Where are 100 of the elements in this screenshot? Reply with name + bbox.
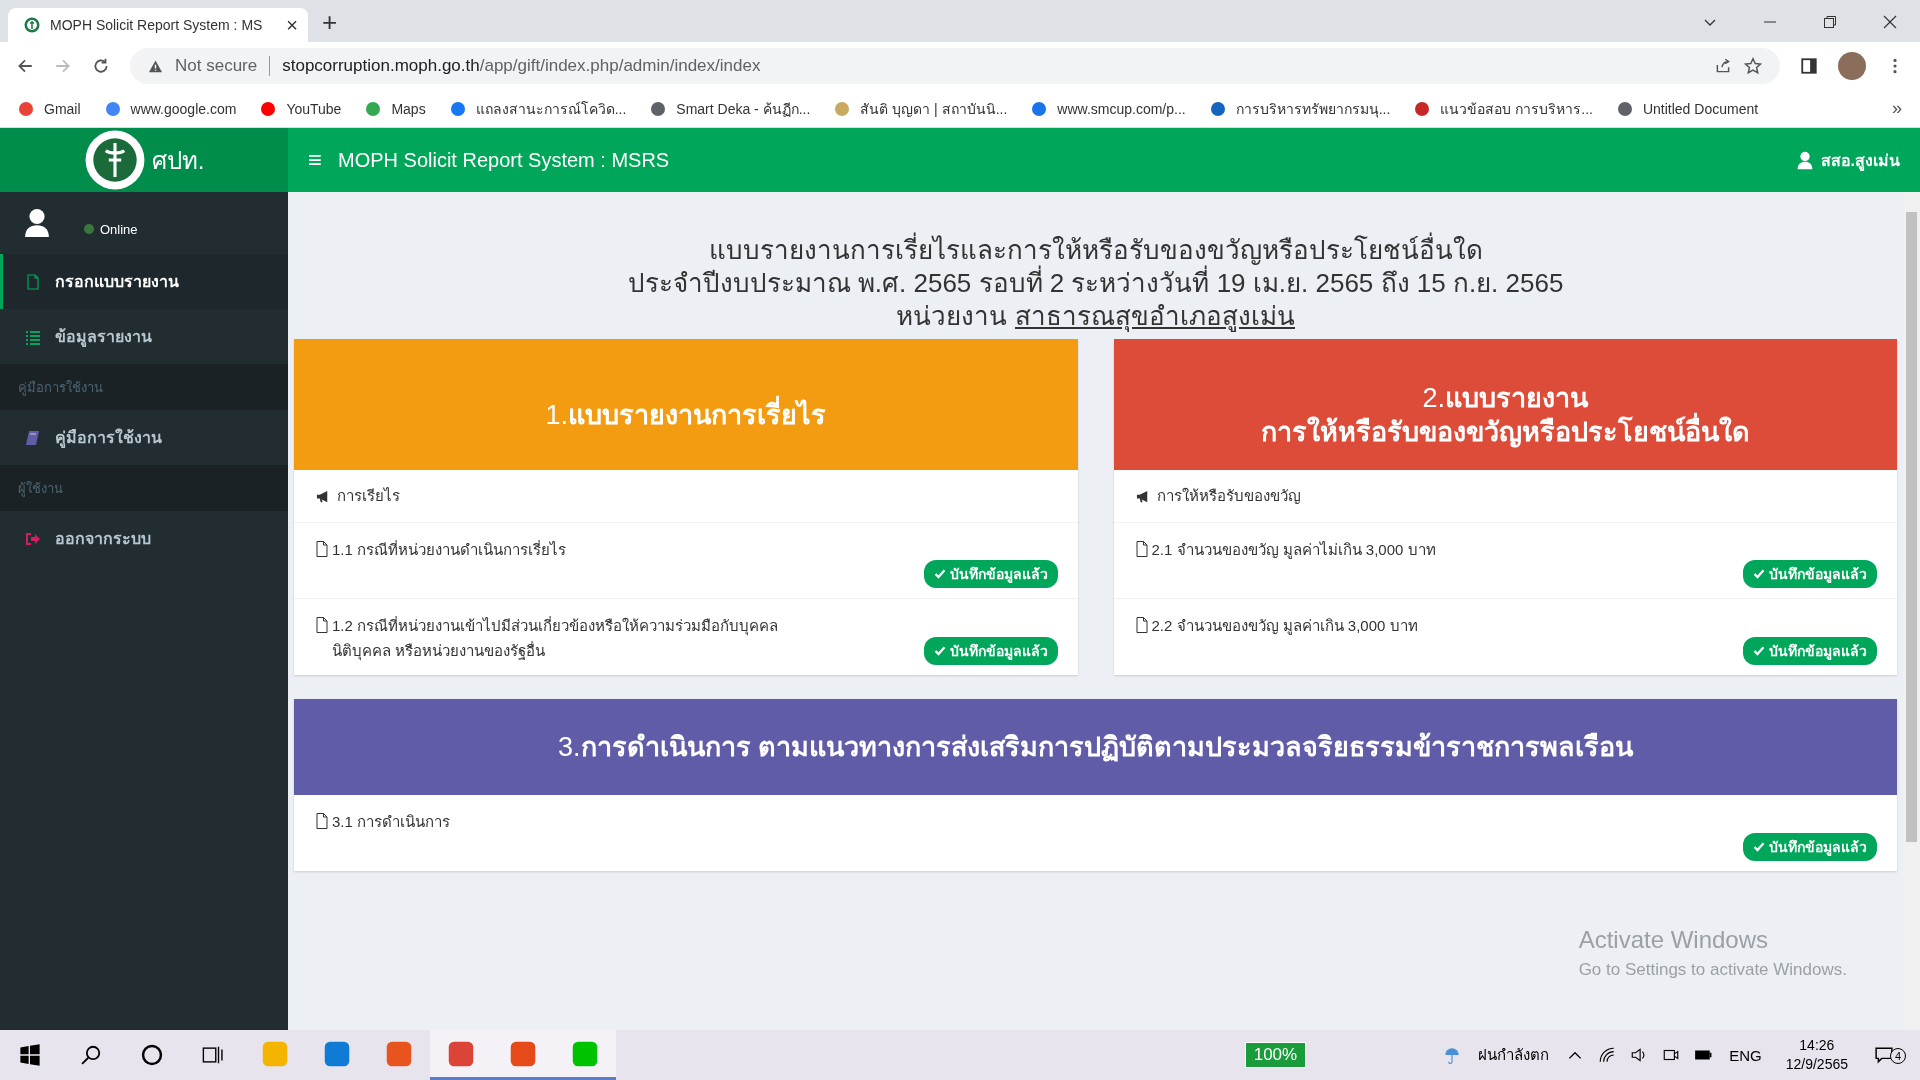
- address-bar[interactable]: Not secure stopcorruption.moph.go.th/app/gift/index.php/admin/index/index: [130, 48, 1780, 84]
- activation-notice-title: Activate Windows: [1578, 926, 1770, 954]
- input-language[interactable]: ENG: [1729, 1046, 1762, 1064]
- profile-avatar[interactable]: [1838, 52, 1866, 80]
- report-item-link[interactable]: 1.2 กรณีที่หน่วยงานเข้าไปมีส่วนเกี่ยวข้องหรือให้ความร่วมมือกับบุคคล นิติบุคคล หรือหน่วยงานของรัฐอื่น: [332, 613, 832, 663]
- close-icon[interactable]: [1882, 14, 1898, 30]
- bookmark-link[interactable]: www.google.com: [104, 100, 237, 117]
- bookmark-link[interactable]: สันติ บุญดา | สถาบันนิ...: [834, 97, 1008, 120]
- status-badge: บันทึกข้อมูลแล้ว: [923, 637, 1058, 665]
- back-icon[interactable]: [16, 57, 34, 75]
- notification-count: 4: [1890, 1048, 1906, 1064]
- sign-out-icon: [25, 530, 41, 547]
- reload-icon[interactable]: [92, 57, 110, 75]
- document-icon: [1135, 617, 1148, 633]
- section-title: 3.การดำเนินการ ตามแนวทางการส่งเสริมการปฏิบัติตามประมวลจริยธรรมข้าราชการพลเรือน: [557, 731, 1633, 764]
- taskbar-app-button[interactable]: [554, 1030, 616, 1080]
- document-icon: [316, 541, 328, 557]
- bookmark-link[interactable]: Smart Deka - ค้นฏีก...: [650, 97, 811, 120]
- bookmark-link[interactable]: www.smcup.com/p...: [1031, 100, 1186, 117]
- book-icon: [25, 429, 41, 446]
- document-icon: [25, 273, 41, 290]
- list-icon: [25, 328, 41, 345]
- star-icon[interactable]: [1744, 57, 1762, 75]
- app-title: MOPH Solicit Report System : MSRS: [338, 148, 670, 172]
- browser-tab[interactable]: MOPH Solicit Report System : MS ×: [8, 8, 308, 42]
- report-item-link[interactable]: 1.1 กรณีที่หน่วยงานดำเนินการเรี่ยไร: [332, 537, 567, 562]
- document-icon: [1135, 541, 1148, 557]
- notification-button[interactable]: 4: [1868, 1046, 1906, 1064]
- bookmark-link[interactable]: การบริหารทรัพยากรมนุ...: [1209, 97, 1391, 120]
- app-icon: [385, 1039, 413, 1068]
- share-icon[interactable]: [1714, 57, 1732, 75]
- report-item-link[interactable]: 3.1 การดำเนินการ: [332, 809, 451, 834]
- site-icon: [365, 100, 382, 117]
- online-status-dot: [84, 224, 94, 234]
- site-icon: [650, 100, 667, 117]
- report-heading: ประจำปีงบประมาณ พ.ศ. 2565 รอบที่ 2 ระหว่างวันที่ 19 เม.ย. 2565 ถึง 15 ก.ย. 2565: [294, 267, 1897, 300]
- bookmark-link[interactable]: Maps: [365, 100, 426, 117]
- check-icon: [1753, 645, 1765, 657]
- site-icon: [834, 100, 851, 117]
- status-badge: บันทึกข้อมูลแล้ว: [1743, 637, 1877, 665]
- site-icon: [260, 100, 277, 117]
- tab-title: MOPH Solicit Report System : MS: [50, 17, 264, 33]
- check-icon: [1753, 568, 1765, 580]
- new-tab-button[interactable]: +: [322, 7, 338, 38]
- user-icon: [24, 207, 50, 239]
- app-icon: [323, 1039, 351, 1068]
- report-item-link[interactable]: 2.1 จำนวนของขวัญ มูลค่าไม่เกิน 3,000 บาท: [1151, 537, 1436, 562]
- bookmark-link[interactable]: แนวข้อสอบ การบริหาร...: [1414, 97, 1593, 120]
- check-icon: [933, 645, 946, 657]
- clock[interactable]: 14:26 12/9/2565: [1785, 1036, 1848, 1074]
- close-tab-button[interactable]: ×: [286, 13, 298, 37]
- windows-start-icon[interactable]: [19, 1044, 41, 1066]
- scrollbar[interactable]: [1903, 192, 1920, 1030]
- section-title: 2.แบบรายงาน: [1422, 381, 1588, 413]
- subsection-heading: การเรียไร: [337, 486, 400, 506]
- bookmark-link[interactable]: แถลงสานะการณ์โควิด...: [449, 97, 627, 120]
- document-icon: [316, 813, 328, 829]
- unit-link[interactable]: สาธารณสุขอำเภอสูงเม่น: [1015, 300, 1295, 333]
- document-icon: [316, 617, 328, 633]
- logo-text: ศปท.: [151, 145, 205, 176]
- status-badge: บันทึกข้อมูลแล้ว: [1743, 560, 1877, 588]
- side-panel-icon[interactable]: [1800, 57, 1818, 75]
- online-status: Online: [100, 221, 138, 237]
- restore-icon[interactable]: [1822, 14, 1838, 30]
- check-icon: [1753, 841, 1765, 853]
- task-view-icon[interactable]: [202, 1044, 224, 1066]
- sidebar-menu-item[interactable]: กรอกแบบรายงาน: [0, 254, 288, 309]
- status-badge: บันทึกข้อมูลแล้ว: [1743, 833, 1877, 861]
- menu-section-header: คู่มือการใช้งาน: [0, 364, 288, 410]
- bookmark-link[interactable]: Gmail: [18, 100, 81, 117]
- cortana-circle-icon[interactable]: [141, 1044, 163, 1066]
- site-icon: [1414, 100, 1431, 117]
- search-icon[interactable]: [80, 1044, 102, 1066]
- user-icon: [1796, 150, 1813, 170]
- wifi-icon[interactable]: [1598, 1046, 1617, 1064]
- taskbar-app-button[interactable]: [430, 1030, 492, 1080]
- weather-text: ฝนกำลังตก: [1478, 1045, 1550, 1065]
- emblem-logo-icon: [83, 129, 146, 191]
- app-icon: [261, 1039, 289, 1068]
- app-icon: [509, 1039, 537, 1068]
- menu-section-header: ผู้ใช้งาน: [0, 465, 288, 511]
- bookmark-link[interactable]: YouTube: [260, 100, 342, 117]
- site-icon: [1209, 100, 1226, 117]
- security-label: Not secure: [175, 56, 258, 76]
- warning-icon: [148, 58, 163, 74]
- subsection-heading: การให้หรือรับของขวัญ: [1156, 486, 1301, 506]
- site-icon: [1616, 100, 1633, 117]
- site-icon: [104, 100, 121, 117]
- report-item-link[interactable]: 2.2 จำนวนของขวัญ มูลค่าเกิน 3,000 บาท: [1151, 613, 1418, 638]
- site-icon: [18, 100, 34, 117]
- section-title: การให้หรือรับของขวัญหรือประโยชน์อื่นใด: [1260, 414, 1750, 449]
- emblem-icon: [24, 17, 40, 33]
- bookmark-link[interactable]: Untitled Document: [1616, 100, 1759, 117]
- app-icon: [447, 1039, 475, 1068]
- site-icon: [1031, 100, 1048, 117]
- more-bookmarks-button[interactable]: »: [1892, 98, 1902, 119]
- url-text: stopcorruption.moph.go.th/app/gift/index.php/admin/index/index: [282, 56, 761, 76]
- battery-percentage: 100%: [1244, 1042, 1307, 1068]
- activation-notice-text: Go to Settings to activate Windows.: [1578, 960, 1847, 980]
- section-title: 1.แบบรายงานการเรี่ยไร: [545, 397, 826, 432]
